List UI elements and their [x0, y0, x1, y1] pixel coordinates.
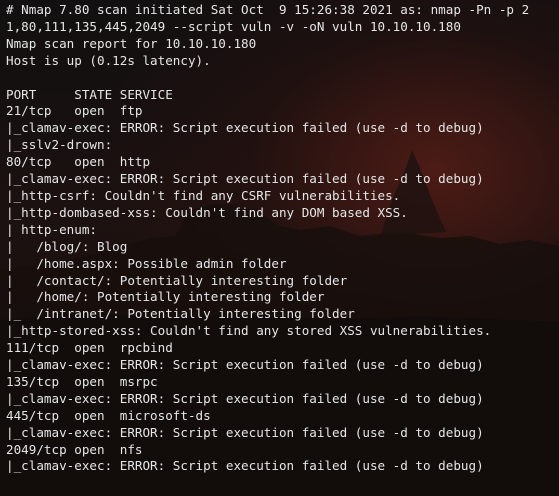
terminal-line: 111/tcp open rpcbind	[6, 340, 173, 356]
terminal-line: |_clamav-exec: ERROR: Script execution f…	[6, 357, 484, 373]
terminal-line: | /home/: Potentially interesting folder	[6, 289, 325, 305]
terminal-line: 21/tcp open ftp	[6, 103, 143, 119]
terminal-line: PORT STATE SERVICE	[6, 86, 173, 102]
terminal-line: |_sslv2-drown:	[6, 137, 113, 153]
terminal-line: | http-enum:	[6, 221, 97, 237]
terminal-line: |_clamav-exec: ERROR: Script execution f…	[6, 120, 484, 136]
terminal-line: |_http-stored-xss: Couldn't find any sto…	[6, 323, 492, 339]
terminal-line: | /home.aspx: Possible admin folder	[6, 255, 287, 271]
terminal-line: 445/tcp open microsoft-ds	[6, 407, 211, 423]
terminal-line: |_http-csrf: Couldn't find any CSRF vuln…	[6, 187, 401, 203]
terminal-line: |_clamav-exec: ERROR: Script execution f…	[6, 424, 484, 440]
terminal-line: 2049/tcp open nfs	[6, 441, 143, 457]
terminal-line: 1,80,111,135,445,2049 --script vuln -v -…	[6, 18, 461, 34]
terminal-line: Nmap scan report for 10.10.10.180	[6, 35, 257, 51]
terminal-line: |_clamav-exec: ERROR: Script execution f…	[6, 458, 484, 474]
terminal-line: | /blog/: Blog	[6, 238, 128, 254]
terminal-line: # Nmap 7.80 scan initiated Sat Oct 9 15:…	[6, 2, 530, 17]
terminal-line: Host is up (0.12s latency).	[6, 52, 211, 68]
terminal-line: 135/tcp open msrpc	[6, 373, 158, 389]
terminal-line: |_ /intranet/: Potentially interesting f…	[6, 306, 355, 322]
terminal-line: |_clamav-exec: ERROR: Script execution f…	[6, 390, 484, 406]
terminal-output: # Nmap 7.80 scan initiated Sat Oct 9 15:…	[6, 2, 529, 475]
terminal-line: 80/tcp open http	[6, 154, 151, 170]
terminal-line: |_clamav-exec: ERROR: Script execution f…	[6, 171, 484, 187]
terminal-window[interactable]: # Nmap 7.80 scan initiated Sat Oct 9 15:…	[0, 0, 559, 496]
terminal-line: |_http-dombased-xss: Couldn't find any D…	[6, 204, 408, 220]
terminal-line: | /contact/: Potentially interesting fol…	[6, 272, 348, 288]
